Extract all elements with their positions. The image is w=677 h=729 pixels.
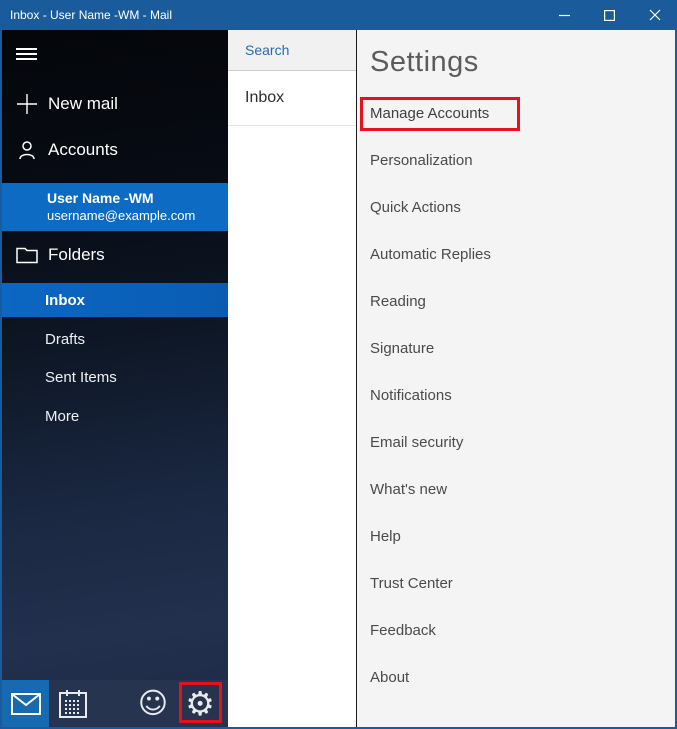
folder-list-item-inbox[interactable]: Inbox <box>228 71 356 126</box>
window-controls <box>542 0 677 30</box>
plus-icon <box>16 93 38 115</box>
settings-item-reading[interactable]: Reading <box>357 278 675 325</box>
mail-app-window: Inbox - User Name -WM - Mail New m <box>0 0 677 729</box>
person-icon <box>16 139 38 161</box>
feedback-smiley-button[interactable]: ☺ <box>131 680 175 727</box>
folders-label: Folders <box>48 245 105 265</box>
settings-item-email-security[interactable]: Email security <box>357 419 675 466</box>
settings-item-personalization[interactable]: Personalization <box>357 137 675 184</box>
settings-item-notifications[interactable]: Notifications <box>357 372 675 419</box>
close-button[interactable] <box>632 0 677 30</box>
settings-item-whats-new[interactable]: What's new <box>357 466 675 513</box>
folder-list-pane: Search Inbox <box>228 30 357 727</box>
settings-item-about[interactable]: About <box>357 654 675 701</box>
settings-item-feedback[interactable]: Feedback <box>357 607 675 654</box>
maximize-icon <box>604 10 615 21</box>
smiley-icon: ☺ <box>138 680 168 727</box>
settings-item-help[interactable]: Help <box>357 513 675 560</box>
hamburger-menu-button[interactable] <box>16 48 38 61</box>
navigation-pane: New mail Accounts User Name -WM username… <box>2 30 228 727</box>
close-icon <box>649 9 661 21</box>
search-button[interactable]: Search <box>228 30 356 71</box>
mail-nav-button[interactable] <box>2 680 49 727</box>
minimize-icon <box>559 10 570 21</box>
calendar-icon <box>59 690 87 718</box>
folder-drafts-label: Drafts <box>45 331 85 348</box>
accounts-label: Accounts <box>48 140 118 160</box>
window-title: Inbox - User Name -WM - Mail <box>0 8 542 22</box>
account-email: username@example.com <box>47 207 228 224</box>
folder-more-label: More <box>45 408 79 425</box>
settings-item-quick-actions[interactable]: Quick Actions <box>357 184 675 231</box>
accounts-header[interactable]: Accounts <box>2 135 228 165</box>
manage-accounts-annotation-box: Manage Accounts <box>360 97 520 131</box>
settings-item-signature[interactable]: Signature <box>357 325 675 372</box>
settings-pane: Settings Manage Accounts Personalization… <box>357 30 675 727</box>
calendar-nav-button[interactable] <box>51 680 95 727</box>
app-body: New mail Accounts User Name -WM username… <box>2 30 675 727</box>
settings-item-automatic-replies[interactable]: Automatic Replies <box>357 231 675 278</box>
mail-icon <box>11 693 41 715</box>
sidebar-folder-inbox[interactable]: Inbox <box>2 283 228 317</box>
maximize-button[interactable] <box>587 0 632 30</box>
folder-inbox-label: Inbox <box>45 292 85 309</box>
account-item[interactable]: User Name -WM username@example.com <box>2 183 228 231</box>
sidebar-folder-drafts[interactable]: Drafts <box>45 329 85 351</box>
titlebar[interactable]: Inbox - User Name -WM - Mail <box>0 0 677 30</box>
folders-header[interactable]: Folders <box>2 237 228 273</box>
search-label: Search <box>245 42 289 58</box>
inbox-label: Inbox <box>245 89 284 107</box>
minimize-button[interactable] <box>542 0 587 30</box>
sidebar-folder-sent-items[interactable]: Sent Items <box>45 367 117 389</box>
sidebar-folder-more[interactable]: More <box>45 406 79 428</box>
hamburger-icon <box>16 48 37 50</box>
settings-page-title: Settings <box>370 46 479 79</box>
new-mail-button[interactable]: New mail <box>2 89 228 119</box>
settings-item-trust-center[interactable]: Trust Center <box>357 560 675 607</box>
account-name: User Name -WM <box>47 190 228 207</box>
gear-annotation-box <box>179 682 222 723</box>
folder-sent-label: Sent Items <box>45 369 117 386</box>
folder-icon <box>16 244 38 266</box>
settings-item-manage-accounts[interactable]: Manage Accounts <box>357 90 675 137</box>
settings-list: Manage Accounts Personalization Quick Ac… <box>357 90 675 701</box>
new-mail-label: New mail <box>48 94 118 114</box>
